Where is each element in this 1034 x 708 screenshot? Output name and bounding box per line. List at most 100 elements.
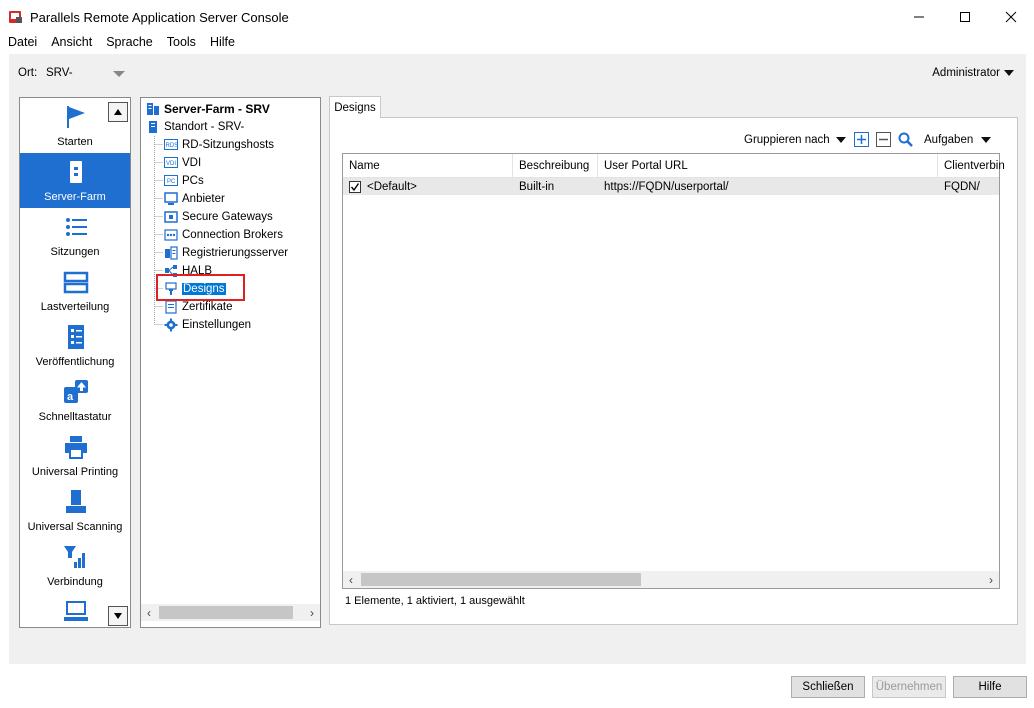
- administrator-menu[interactable]: Administrator: [932, 67, 1014, 79]
- pc-icon: PC: [164, 175, 178, 186]
- computer-icon: [64, 601, 88, 621]
- server-icon: [70, 161, 82, 183]
- status-text: 1 Elemente, 1 aktiviert, 1 ausgewählt: [345, 595, 525, 607]
- location-select[interactable]: SRV-: [46, 67, 73, 79]
- cell-description: Built-in: [519, 180, 555, 193]
- category-label: Universal Printing: [31, 466, 119, 478]
- tree-item-label: Einstellungen: [182, 319, 252, 331]
- tree-site[interactable]: Standort - SRV-: [146, 119, 244, 135]
- table-horizontal-scrollbar[interactable]: ‹ ›: [343, 571, 999, 588]
- menu-hilfe[interactable]: Hilfe: [203, 34, 242, 52]
- enabled-checkbox[interactable]: [349, 180, 361, 193]
- close-button[interactable]: Schließen: [791, 676, 865, 698]
- tree-item-label: PCs: [182, 175, 204, 187]
- column-header-client[interactable]: Clientverbin: [938, 154, 1005, 178]
- category-sitzungen[interactable]: Sitzungen: [20, 208, 130, 263]
- scrollbar-thumb[interactable]: [361, 573, 641, 586]
- scrollbar-thumb[interactable]: [159, 606, 293, 619]
- menu-bar: Datei Ansicht Sprache Tools Hilfe: [0, 34, 1034, 52]
- chevron-down-icon: [835, 137, 846, 143]
- scroll-right-icon[interactable]: ›: [983, 571, 999, 588]
- minimize-icon: [914, 16, 924, 18]
- tree-item-secure-gateways[interactable]: Secure Gateways: [164, 209, 273, 225]
- tree-item-label: Connection Brokers: [182, 229, 283, 241]
- tree-item-vdi[interactable]: VDI VDI: [164, 155, 201, 171]
- apply-button[interactable]: Übernehmen: [872, 676, 946, 698]
- tree-panel: Server-Farm - SRV Standort - SRV- RDS RD…: [140, 97, 321, 628]
- scroll-left-icon[interactable]: ‹: [343, 571, 359, 588]
- search-icon[interactable]: [898, 132, 914, 148]
- maximize-icon: [960, 12, 970, 22]
- chevron-down-icon: [981, 137, 992, 143]
- provider-icon: [164, 192, 178, 205]
- svg-text:PC: PC: [167, 179, 176, 185]
- category-label: Schnelltastatur: [38, 411, 112, 423]
- column-header-description[interactable]: Beschreibung: [513, 154, 598, 178]
- row-name: <Default>: [367, 180, 417, 193]
- expand-all-icon[interactable]: [854, 132, 869, 147]
- tree-horizontal-scrollbar[interactable]: ‹ ›: [141, 604, 320, 621]
- server-farm-icon: [147, 103, 159, 115]
- tree-item-einstellungen[interactable]: Einstellungen: [164, 317, 251, 333]
- category-scroll-down-button[interactable]: [108, 606, 128, 626]
- location-label: Ort:: [18, 67, 38, 79]
- menu-tools[interactable]: Tools: [160, 34, 203, 52]
- maximize-button[interactable]: [942, 0, 988, 34]
- scroll-right-icon[interactable]: ›: [304, 604, 320, 621]
- cell-url: https://FQDN/userportal/: [604, 180, 729, 193]
- category-label: Sitzungen: [50, 246, 100, 258]
- cell-name: <Default>: [343, 178, 513, 195]
- tree-item-pcs[interactable]: PC PCs: [164, 173, 204, 189]
- column-header-name[interactable]: Name: [343, 154, 513, 178]
- collapse-all-icon[interactable]: [876, 132, 891, 147]
- tree-item-registrierungsserver[interactable]: Registrierungsserver: [164, 245, 288, 261]
- category-label: Universal Scanning: [27, 521, 123, 533]
- category-verbindung[interactable]: Verbindung: [20, 538, 130, 593]
- category-server-farm[interactable]: Server-Farm: [20, 153, 130, 208]
- category-navigation: Starten Server-Farm Sitzungen Lastvertei…: [19, 97, 131, 628]
- flag-icon: [67, 106, 85, 128]
- menu-ansicht[interactable]: Ansicht: [44, 34, 99, 52]
- svg-text:RDS: RDS: [166, 143, 179, 149]
- table-row[interactable]: <Default> Built-in https://FQDN/userport…: [343, 178, 999, 195]
- tree-item-label: Anbieter: [182, 193, 225, 205]
- minimize-button[interactable]: [896, 0, 942, 34]
- triangle-down-icon: [114, 613, 122, 619]
- category-label: Server-Farm: [44, 191, 106, 203]
- menu-sprache[interactable]: Sprache: [99, 34, 160, 52]
- cell-client: FQDN/: [944, 180, 980, 193]
- tree-item-zertifikate[interactable]: Zertifikate: [164, 299, 233, 315]
- category-universal-printing[interactable]: Universal Printing: [20, 428, 130, 483]
- tree-item-label: Secure Gateways: [182, 211, 273, 223]
- publishing-icon: [68, 325, 84, 349]
- close-window-button[interactable]: [988, 0, 1034, 34]
- category-universal-scanning[interactable]: Universal Scanning: [20, 483, 130, 538]
- checkmark-icon: [350, 182, 360, 191]
- triangle-up-icon: [114, 109, 122, 115]
- column-header-url[interactable]: User Portal URL: [598, 154, 938, 178]
- tasks-menu[interactable]: Aufgaben: [924, 131, 992, 149]
- certificate-icon: [165, 300, 177, 314]
- svg-text:VDI: VDI: [166, 161, 176, 167]
- tree-item-anbieter[interactable]: Anbieter: [164, 191, 225, 207]
- category-schnelltastatur[interactable]: a Schnelltastatur: [20, 373, 130, 428]
- tree-root-server-farm[interactable]: Server-Farm - SRV: [146, 101, 270, 117]
- location-dropdown-arrow-icon[interactable]: [113, 71, 125, 77]
- tree-item-rd-sitzungshosts[interactable]: RDS RD-Sitzungshosts: [164, 137, 274, 153]
- scroll-left-icon[interactable]: ‹: [141, 604, 157, 621]
- tree-item-connection-brokers[interactable]: Connection Brokers: [164, 227, 283, 243]
- group-by-menu[interactable]: Gruppieren nach: [744, 131, 846, 149]
- connection-icon: [64, 546, 85, 568]
- category-veroeffentlichung[interactable]: Veröffentlichung: [20, 318, 130, 373]
- category-label: Lastverteilung: [40, 301, 110, 313]
- help-button[interactable]: Hilfe: [953, 676, 1027, 698]
- close-icon: [1005, 11, 1017, 23]
- rds-icon: RDS: [164, 139, 179, 150]
- tab-designs[interactable]: Designs: [329, 96, 381, 118]
- menu-datei[interactable]: Datei: [0, 34, 44, 52]
- category-scroll-up-button[interactable]: [108, 102, 128, 122]
- category-lastverteilung[interactable]: Lastverteilung: [20, 263, 130, 318]
- load-balancing-icon: [63, 271, 89, 294]
- window-title: Parallels Remote Application Server Cons…: [30, 10, 289, 25]
- category-label: Verbindung: [47, 576, 103, 588]
